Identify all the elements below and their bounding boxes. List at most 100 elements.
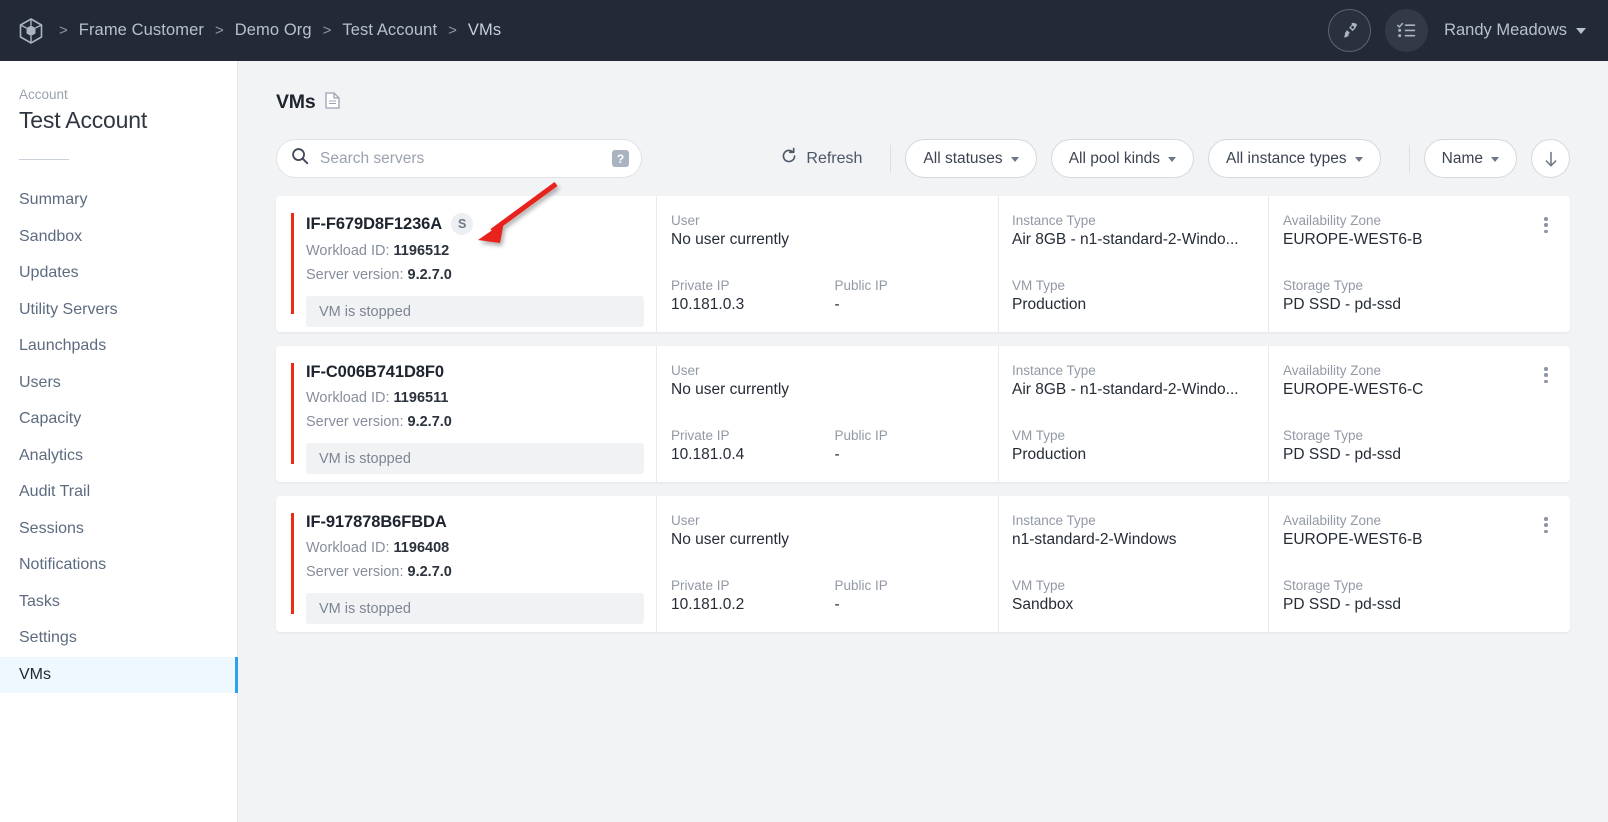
sidebar-item-summary[interactable]: Summary	[0, 182, 237, 219]
vm-sandbox-badge[interactable]: S	[451, 213, 474, 235]
sidebar-item-label: Capacity	[19, 410, 82, 428]
arrow-down-icon	[1545, 151, 1556, 166]
vm-ip-row: Private IP 10.181.0.4 Public IP -	[671, 428, 998, 464]
breadcrumb-item-vms[interactable]: VMs	[468, 21, 501, 40]
vm-storage-type-label: Storage Type	[1283, 428, 1364, 443]
filter-all-instance-types[interactable]: All instance types	[1208, 139, 1381, 178]
vm-private-ip-value: 10.181.0.3	[671, 296, 745, 313]
user-menu[interactable]: Randy Meadows	[1444, 21, 1586, 40]
vm-availability-zone-block: Availability Zone EUROPE-WEST6-C	[1283, 363, 1570, 399]
sidebar-item-label: Settings	[19, 629, 77, 647]
cube-icon[interactable]	[18, 17, 44, 45]
filter-all-instance-types-label: All instance types	[1226, 149, 1347, 167]
status-accent-bar	[291, 213, 294, 314]
tasks-checklist-button[interactable]	[1385, 9, 1429, 52]
sidebar-item-updates[interactable]: Updates	[0, 255, 237, 292]
search-help-icon[interactable]: ?	[612, 150, 629, 167]
vm-instance-type-label: Instance Type	[1012, 363, 1096, 378]
chevron-down-icon	[1010, 157, 1019, 162]
sidebar-item-label: Utility Servers	[19, 300, 118, 318]
chevron-down-icon	[1168, 157, 1177, 162]
status-accent-bar	[291, 513, 294, 614]
topbar-actions: Randy Meadows	[1328, 9, 1588, 52]
refresh-button[interactable]: Refresh	[776, 147, 876, 170]
vm-card-instance-column: Instance Type Air 8GB - n1-standard-2-Wi…	[998, 196, 1268, 332]
vm-availability-zone-label: Availability Zone	[1283, 513, 1382, 528]
vm-instance-type-label: Instance Type	[1012, 213, 1096, 228]
sidebar-item-utility-servers[interactable]: Utility Servers	[0, 292, 237, 329]
vm-status-badge: VM is stopped	[306, 593, 644, 624]
vm-name-row: IF-917878B6FBDA	[306, 513, 656, 532]
sidebar-item-vms[interactable]: VMs	[0, 656, 238, 693]
vm-card[interactable]: IF-C006B741D8F0 Workload ID: 1196511 Serv…	[276, 346, 1570, 482]
vm-instance-type-block: Instance Type n1-standard-2-Windows	[1012, 513, 1252, 549]
sidebar-item-label: Audit Trail	[19, 483, 91, 501]
document-icon[interactable]	[324, 91, 340, 114]
sort-by-name[interactable]: Name	[1423, 139, 1517, 178]
vm-user-block: User No user currently	[671, 363, 998, 399]
vm-card-more-menu-icon[interactable]	[1536, 514, 1556, 536]
sidebar-item-sessions[interactable]: Sessions	[0, 511, 237, 548]
vm-instance-type-label: Instance Type	[1012, 513, 1096, 528]
vm-workload-id-label: Workload ID:	[306, 243, 390, 259]
vm-user-value: No user currently	[671, 231, 790, 248]
chevron-down-icon	[1576, 27, 1586, 34]
vm-card-more-menu-icon[interactable]	[1536, 214, 1556, 236]
sidebar-item-analytics[interactable]: Analytics	[0, 438, 237, 475]
vm-card-list: IF-F679D8F1236A S Workload ID: 1196512 Se…	[276, 196, 1570, 632]
vm-server-version-label: Server version:	[306, 414, 404, 430]
vm-card-identity: IF-C006B741D8F0 Workload ID: 1196511 Serv…	[276, 346, 656, 482]
rocket-icon-button[interactable]	[1328, 9, 1372, 52]
sidebar-item-notifications[interactable]: Notifications	[0, 547, 237, 584]
sidebar-item-launchpads[interactable]: Launchpads	[0, 328, 237, 365]
refresh-icon	[780, 147, 798, 170]
vm-server-version-value: 9.2.7.0	[407, 267, 452, 283]
vm-public-ip-value: -	[834, 596, 840, 613]
vm-instance-type-value: Air 8GB - n1-standard-2-Windo...	[1012, 231, 1239, 248]
vm-card-more-menu-icon[interactable]	[1536, 364, 1556, 386]
user-name-label: Randy Meadows	[1444, 21, 1567, 39]
vm-card[interactable]: IF-917878B6FBDA Workload ID: 1196408 Serv…	[276, 496, 1570, 632]
vm-availability-zone-block: Availability Zone EUROPE-WEST6-B	[1283, 213, 1570, 249]
vm-public-ip-block: Public IP -	[835, 578, 999, 614]
sort-direction-button[interactable]	[1531, 139, 1570, 178]
vm-storage-type-value: PD SSD - pd-ssd	[1283, 296, 1402, 313]
vm-ip-row: Private IP 10.181.0.3 Public IP -	[671, 278, 998, 314]
breadcrumb-separator-3: >	[448, 22, 457, 39]
sidebar-item-settings[interactable]: Settings	[0, 620, 237, 657]
vm-public-ip-label: Public IP	[834, 428, 888, 443]
sidebar: Account Test Account Summary Sandbox Updat…	[0, 61, 238, 822]
vm-ip-row: Private IP 10.181.0.2 Public IP -	[671, 578, 998, 614]
vm-server-version-row: Server version: 9.2.7.0	[306, 267, 656, 283]
sidebar-item-label: Launchpads	[19, 337, 107, 355]
breadcrumb-item-test-account[interactable]: Test Account	[342, 21, 437, 40]
sidebar-item-sandbox[interactable]: Sandbox	[0, 219, 237, 256]
vm-private-ip-value: 10.181.0.4	[671, 446, 745, 463]
sidebar-item-capacity[interactable]: Capacity	[0, 401, 237, 438]
sidebar-item-tasks[interactable]: Tasks	[0, 584, 237, 621]
breadcrumb-item-frame-customer[interactable]: Frame Customer	[79, 21, 204, 40]
vm-status-badge: VM is stopped	[306, 443, 644, 474]
filter-all-pool-kinds[interactable]: All pool kinds	[1050, 139, 1195, 178]
chevron-down-icon	[1354, 157, 1363, 162]
vm-public-ip-label: Public IP	[834, 278, 888, 293]
toolbar-divider-1	[890, 144, 892, 173]
search-input[interactable]	[320, 149, 612, 168]
checklist-icon	[1397, 22, 1416, 38]
vm-storage-type-label: Storage Type	[1283, 278, 1364, 293]
sidebar-item-audit-trail[interactable]: Audit Trail	[0, 474, 237, 511]
search-box[interactable]: ?	[276, 139, 642, 178]
vm-availability-zone-value: EUROPE-WEST6-B	[1283, 231, 1423, 248]
filter-all-statuses[interactable]: All statuses	[905, 139, 1037, 178]
vm-workload-id-row: Workload ID: 1196408	[306, 540, 656, 556]
vm-user-block: User No user currently	[671, 513, 998, 549]
vm-private-ip-block: Private IP 10.181.0.4	[671, 428, 835, 464]
vm-private-ip-label: Private IP	[671, 428, 730, 443]
vm-card[interactable]: IF-F679D8F1236A S Workload ID: 1196512 Se…	[276, 196, 1570, 332]
vm-name: IF-F679D8F1236A	[306, 214, 443, 233]
sidebar-item-users[interactable]: Users	[0, 365, 237, 402]
breadcrumb-item-demo-org[interactable]: Demo Org	[235, 21, 312, 40]
toolbar-right: Refresh All statuses All pool kinds All …	[776, 139, 1570, 178]
vm-card-instance-column: Instance Type n1-standard-2-Windows VM T…	[998, 496, 1268, 632]
sidebar-item-label: Analytics	[19, 446, 84, 464]
